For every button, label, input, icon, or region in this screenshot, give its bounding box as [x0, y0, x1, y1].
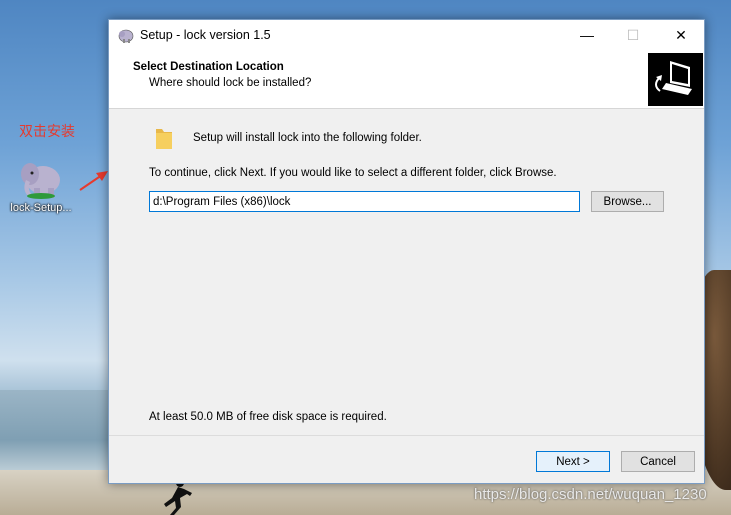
- title-bar[interactable]: Setup - lock version 1.5 — ☐ ✕: [109, 20, 704, 50]
- minimize-button[interactable]: —: [564, 20, 610, 50]
- install-folder-text: Setup will install lock into the followi…: [193, 132, 422, 144]
- page-title: Select Destination Location: [133, 61, 284, 73]
- elephant-icon: [21, 163, 60, 199]
- wizard-header: Select Destination Location Where should…: [109, 50, 704, 109]
- setup-window: Setup - lock version 1.5 — ☐ ✕ Select De…: [108, 19, 705, 484]
- folder-icon: [156, 129, 172, 149]
- setup-app-icon: [118, 29, 134, 43]
- cancel-button-label: Cancel: [640, 455, 676, 468]
- wizard-body: Setup will install lock into the followi…: [109, 110, 704, 431]
- next-button-label: Next >: [556, 455, 590, 468]
- desktop-setup-shortcut[interactable]: lock-Setup...: [4, 156, 78, 226]
- double-click-annotation: 双击安装: [19, 124, 75, 140]
- destination-path-input[interactable]: [149, 191, 580, 212]
- wizard-footer: Next > Cancel: [109, 435, 704, 483]
- browse-button-label: Browse...: [603, 195, 652, 208]
- browse-button[interactable]: Browse...: [591, 191, 664, 212]
- cancel-button[interactable]: Cancel: [621, 451, 695, 472]
- close-button[interactable]: ✕: [658, 20, 704, 50]
- next-button[interactable]: Next >: [536, 451, 610, 472]
- desktop-icon-label: lock-Setup...: [10, 202, 72, 214]
- disk-space-text: At least 50.0 MB of free disk space is r…: [149, 411, 387, 423]
- watermark-text: https://blog.csdn.net/wuquan_1230: [474, 486, 707, 503]
- red-arrow-icon: [79, 171, 108, 191]
- continue-instructions: To continue, click Next. If you would li…: [149, 167, 557, 179]
- installer-computer-icon: [648, 53, 703, 106]
- page-subtitle: Where should lock be installed?: [149, 77, 312, 89]
- window-title: Setup - lock version 1.5: [140, 28, 271, 42]
- maximize-button[interactable]: ☐: [610, 20, 656, 50]
